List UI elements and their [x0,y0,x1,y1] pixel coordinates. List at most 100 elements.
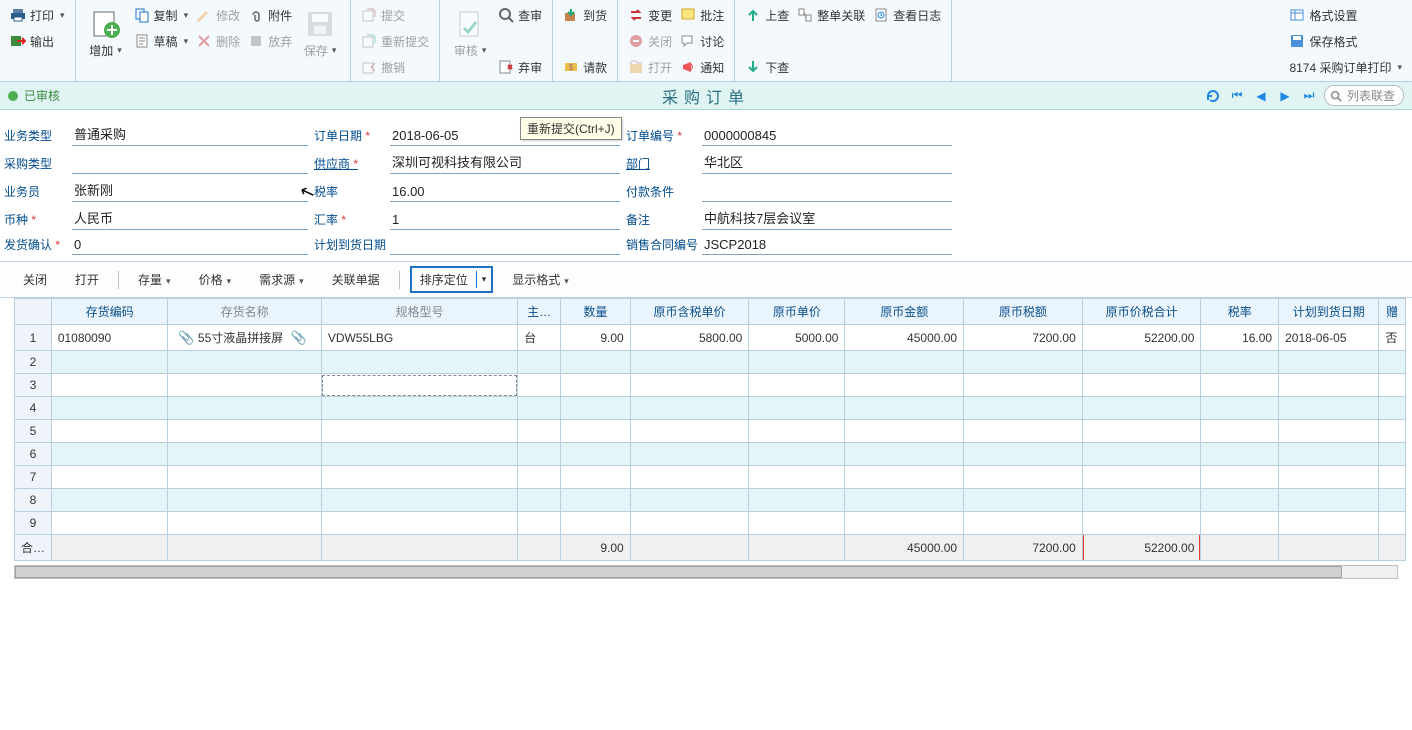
nav-next-icon[interactable]: ▶ [1276,87,1294,105]
cell-tax[interactable]: 7200.00 [964,325,1083,351]
cell-rownum[interactable]: 5 [15,420,52,443]
downcheck-button[interactable]: 下查 [741,56,793,78]
cell-rownum[interactable]: 2 [15,351,52,374]
wholelink-button[interactable]: 整单关联 [793,4,869,26]
draft-button[interactable]: 草稿▾ [130,30,193,52]
col-amount[interactable]: 原币金额 [845,299,964,325]
printtpl-select[interactable]: 8174 采购订单打印▾ [1285,56,1406,78]
field-biztype[interactable]: 普通采购 [72,124,308,146]
horizontal-scrollbar[interactable] [14,565,1398,579]
cell-flag[interactable]: 否 [1379,325,1406,351]
saveformat-button[interactable]: 保存格式 [1285,30,1406,52]
notify-button[interactable]: 通知 [676,56,728,78]
col-taxprice[interactable]: 原币含税单价 [630,299,749,325]
annotate-button[interactable]: 批注 [676,4,728,26]
grid-sort-button[interactable]: 排序定位 ▾ [410,266,494,293]
col-code[interactable]: 存货编码 [51,299,168,325]
refresh-icon[interactable] [1204,87,1222,105]
copy-button[interactable]: 复制▾ [130,4,193,26]
delete-button[interactable]: 删除 [192,30,244,52]
col-total[interactable]: 原币价税合计 [1082,299,1201,325]
field-exrate[interactable]: 1 [390,212,620,230]
cell-taxprice[interactable]: 5800.00 [630,325,749,351]
col-spec[interactable]: 规格型号 [321,299,517,325]
field-dept[interactable]: 华北区 [702,152,952,174]
viewlog-button[interactable]: 查看日志 [869,4,945,26]
col-qty[interactable]: 数量 [561,299,631,325]
unsubmit-button[interactable]: 撤销 [357,56,433,78]
grid-open-button[interactable]: 打开 [66,267,108,292]
cell-code[interactable]: 01080090 [51,325,168,351]
col-rownum[interactable] [15,299,52,325]
cell-amount[interactable]: 45000.00 [845,325,964,351]
cell-rownum[interactable]: 3 [15,374,52,397]
cell-spec[interactable]: VDW55LBG [321,325,517,351]
chevron-down-icon[interactable]: ▾ [476,271,492,288]
cell-rownum[interactable]: 4 [15,397,52,420]
cell-rownum[interactable]: 8 [15,489,52,512]
col-name[interactable]: 存货名称 [168,299,321,325]
add-button[interactable]: 增加▾ [82,4,130,61]
field-purchasetype[interactable] [72,156,308,174]
cell-rownum[interactable]: 1 [15,325,52,351]
resubmit-button[interactable]: 重新提交 [357,30,433,52]
cell-name[interactable]: 📎 55寸液晶拼接屏 📎 [168,325,321,351]
col-rate[interactable]: 税率 [1201,299,1279,325]
cell-price[interactable]: 5000.00 [749,325,845,351]
paperclip-icon[interactable]: 📎 [178,330,194,345]
output-button[interactable]: 输出 [6,30,69,52]
col-flag[interactable]: 赠 [1379,299,1406,325]
cell-plandate[interactable]: 2018-06-05 [1279,325,1379,351]
grid-close-button[interactable]: 关闭 [14,267,56,292]
print-button[interactable]: 打印▾ [6,4,69,26]
col-unit[interactable]: 主… [518,299,561,325]
field-plandate[interactable] [390,237,620,255]
nav-first-icon[interactable]: ⏮ [1228,87,1246,105]
cell-qty[interactable]: 9.00 [561,325,631,351]
field-taxrate[interactable]: 16.00 [390,184,620,202]
grid-stock-button[interactable]: 存量▾ [129,267,180,292]
open-button[interactable]: 打开 [624,56,676,78]
discard-button[interactable]: 放弃 [244,30,296,52]
field-shipconfirm[interactable]: 0 [72,237,308,255]
grid-demand-button[interactable]: 需求源▾ [250,267,313,292]
cell-rate[interactable]: 16.00 [1201,325,1279,351]
field-payterm[interactable] [702,184,952,202]
grid-related-button[interactable]: 关联单据 [323,267,389,292]
label-dept[interactable]: 部门 [626,155,696,174]
field-orderno[interactable]: 0000000845 [702,128,952,146]
modify-button[interactable]: 修改 [192,4,244,26]
field-contractno[interactable]: JSCP2018 [702,237,952,255]
cell-total[interactable]: 52200.00 [1082,325,1201,351]
change-button[interactable]: 变更 [624,4,676,26]
upcheck-button[interactable]: 上查 [741,4,793,26]
col-price[interactable]: 原币单价 [749,299,845,325]
save-button[interactable]: 保存▾ [296,4,344,61]
field-remark[interactable]: 中航科技7层会议室 [702,208,952,230]
label-supplier[interactable]: 供应商 [314,155,384,174]
formatset-button[interactable]: 格式设置 [1285,4,1406,26]
paperclip-icon[interactable]: 📎 [291,330,307,345]
list-search[interactable]: 列表联查 [1324,85,1404,106]
col-plandate[interactable]: 计划到货日期 [1279,299,1379,325]
cell-rownum[interactable]: 6 [15,443,52,466]
approve-button[interactable]: 审核▾ [446,4,494,61]
discuss-button[interactable]: 讨论 [676,30,728,52]
arrival-button[interactable]: 到货 [559,4,611,26]
cell-rownum[interactable]: 9 [15,512,52,535]
review-button[interactable]: 查审 [494,4,546,26]
close-button[interactable]: 关闭 [624,30,676,52]
unapprove-button[interactable]: 弃审 [494,56,546,78]
col-tax[interactable]: 原币税额 [964,299,1083,325]
grid-price-button[interactable]: 价格▾ [190,267,241,292]
submit-button[interactable]: 提交 [357,4,433,26]
cell-unit[interactable]: 台 [518,325,561,351]
request-button[interactable]: $ 请款 [559,56,611,78]
grid-display-button[interactable]: 显示格式▾ [503,267,578,292]
field-supplier[interactable]: 深圳可视科技有限公司 [390,152,620,174]
field-salesman[interactable]: 张新刚 [72,180,308,202]
cell-rownum[interactable]: 7 [15,466,52,489]
field-currency[interactable]: 人民币 [72,208,308,230]
nav-last-icon[interactable]: ⏭ [1300,87,1318,105]
nav-prev-icon[interactable]: ◀ [1252,87,1270,105]
